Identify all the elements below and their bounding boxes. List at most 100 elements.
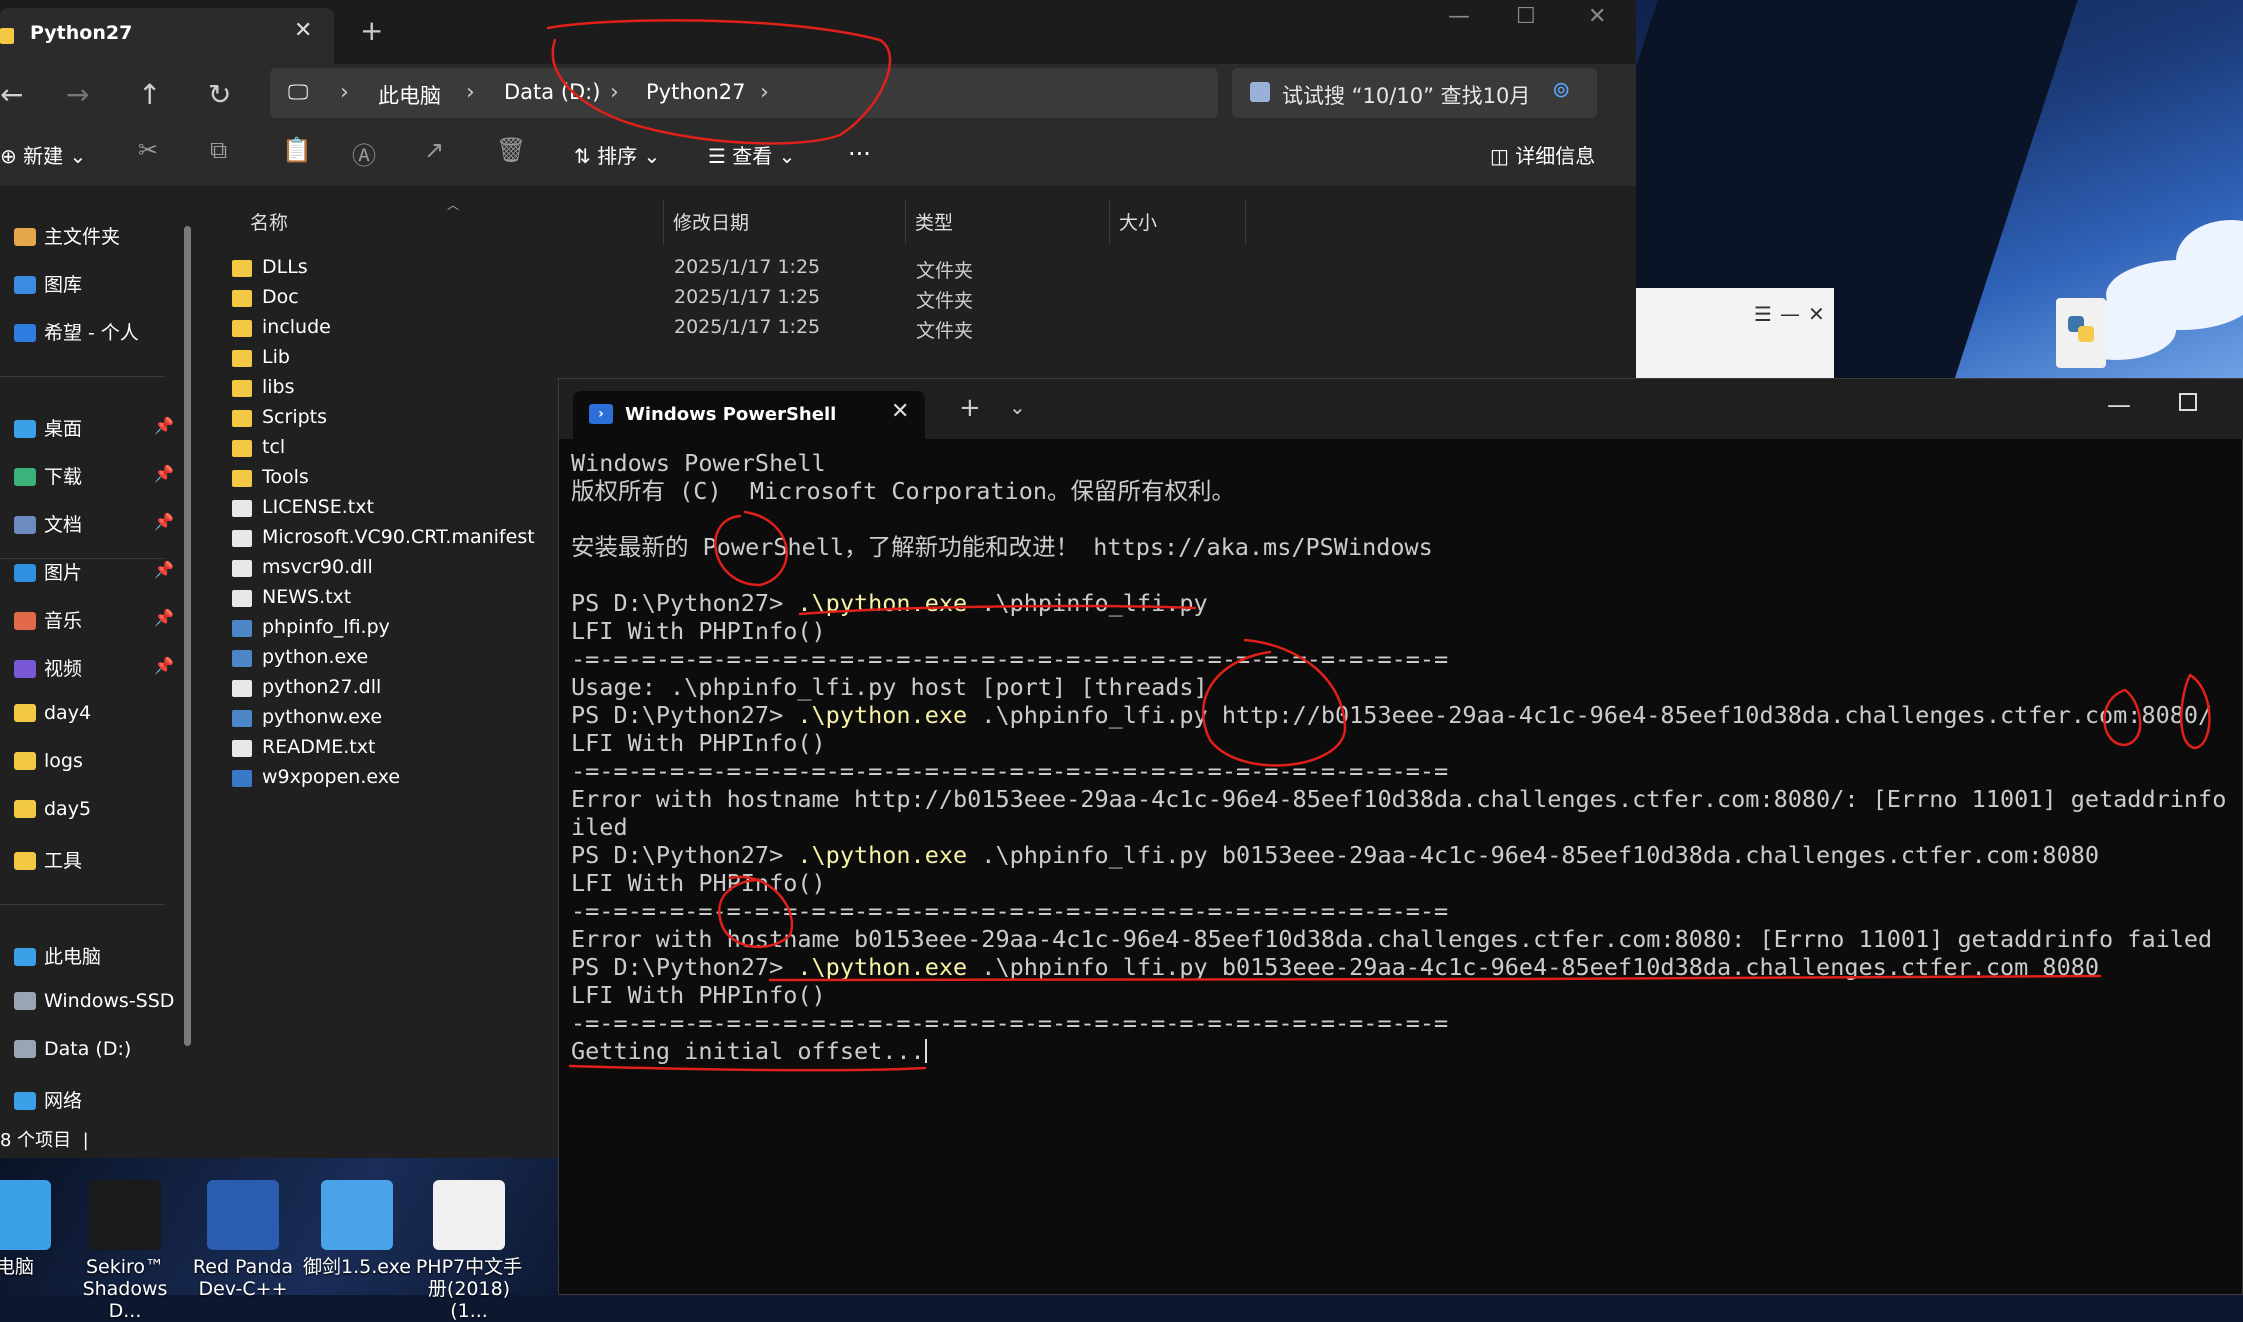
share-icon[interactable]: ↗: [424, 136, 444, 164]
search-box[interactable]: 试试搜 “10/10” 查找10月 ⊚: [1232, 68, 1597, 118]
sidebar-scrollbar[interactable]: [184, 226, 191, 1046]
sidebar-item-label: 文档: [44, 514, 83, 536]
maximize-button[interactable]: [2179, 393, 2197, 411]
terminal-line: Error with hostname b0153eee-29aa-4c1c-9…: [571, 925, 2241, 953]
pc-icon: [14, 948, 36, 966]
address-bar[interactable]: 🖵 › 此电脑 › Data (D:) › Python27 ›: [270, 68, 1218, 118]
sidebar-item-label: day5: [44, 798, 92, 820]
column-size[interactable]: 大小: [1119, 208, 1157, 235]
status-bar: 8 个项目 |: [0, 1130, 89, 1151]
arguments: .\phpinfo_lfi.py: [967, 589, 1208, 617]
paste-icon[interactable]: 📋: [282, 136, 312, 164]
terminal-titlebar: › Windows PowerShell ✕ + ⌄ —: [559, 379, 2243, 439]
more-button[interactable]: ···: [848, 140, 871, 168]
sidebar-item[interactable]: 下载: [14, 462, 82, 489]
picture-icon: [14, 564, 36, 582]
file-name: Lib: [262, 346, 290, 368]
sidebar-item[interactable]: Windows-SSD: [14, 990, 174, 1012]
sidebar-item[interactable]: 工具: [14, 846, 82, 873]
forward-icon[interactable]: →: [66, 78, 89, 111]
terminal-tab[interactable]: › Windows PowerShell ✕: [573, 391, 925, 439]
close-icon[interactable]: ✕: [1808, 302, 1825, 326]
cloud-icon: [14, 324, 36, 342]
desktop-icon[interactable]: 电脑: [0, 1180, 70, 1278]
folder-icon: [14, 852, 36, 870]
sort-button[interactable]: ⇅ 排序 ⌄: [574, 140, 660, 169]
close-button[interactable]: ✕: [1588, 4, 1606, 29]
calendar-icon: [1250, 82, 1270, 102]
delete-icon[interactable]: 🗑: [496, 136, 526, 164]
folder-icon: [0, 28, 14, 44]
file-icon: [232, 680, 252, 697]
file-name: python27.dll: [262, 676, 382, 698]
command: .\python.exe: [797, 953, 968, 981]
sidebar-item[interactable]: 图片: [14, 558, 82, 585]
sekiro-icon: [89, 1180, 161, 1250]
sidebar-item[interactable]: 文档: [14, 510, 82, 537]
details-button[interactable]: ◫ 详细信息: [1490, 140, 1595, 169]
output-text: Error with hostname b0153eee-29aa-4c1c-9…: [571, 925, 2213, 953]
close-tab-icon[interactable]: ✕: [891, 399, 909, 424]
chevron-down-icon[interactable]: ⌄: [1009, 395, 1026, 419]
desktop-icon-label: 电脑: [0, 1256, 34, 1278]
powershell-icon: ›: [589, 404, 613, 424]
minimize-button[interactable]: —: [2107, 391, 2131, 419]
desktop-icon-label: Red Panda Dev-C++: [192, 1256, 294, 1300]
view-button[interactable]: ☰ 查看 ⌄: [708, 140, 795, 169]
drive-icon: [14, 992, 36, 1010]
menu-icon[interactable]: ☰: [1754, 302, 1772, 326]
sidebar-item-label: day4: [44, 702, 92, 724]
maximize-button[interactable]: ☐: [1516, 4, 1536, 29]
sidebar-item[interactable]: day5: [14, 798, 91, 820]
python-taskbar-icon[interactable]: [2056, 298, 2106, 368]
column-name[interactable]: 名称: [250, 208, 288, 235]
new-tab-button[interactable]: +: [360, 14, 383, 47]
desktop-icon[interactable]: Sekiro™ Shadows D...: [70, 1180, 180, 1322]
new-button[interactable]: ⊕ 新建 ⌄: [0, 140, 86, 169]
sidebar-item[interactable]: logs: [14, 750, 83, 772]
search-placeholder: 试试搜 “10/10” 查找10月: [1282, 84, 1531, 108]
sidebar-item[interactable]: 主文件夹: [14, 222, 120, 249]
breadcrumb-this-pc[interactable]: 此电脑: [378, 80, 441, 110]
copilot-icon[interactable]: ⊚: [1552, 78, 1570, 103]
file-name: Scripts: [262, 406, 328, 428]
column-type[interactable]: 类型: [915, 208, 953, 235]
up-icon[interactable]: ↑: [138, 78, 161, 111]
sidebar-item[interactable]: Data (D:): [14, 1038, 131, 1060]
sidebar-item[interactable]: 此电脑: [14, 942, 101, 969]
minimize-icon[interactable]: —: [1780, 302, 1800, 326]
prompt: PS D:\Python27>: [571, 953, 798, 981]
output-text: 安装最新的 PowerShell，了解新功能和改进！ https://aka.m…: [571, 533, 1433, 561]
breadcrumb-data-d[interactable]: Data (D:): [504, 80, 600, 104]
rename-icon[interactable]: Ⓐ: [352, 136, 376, 171]
file-name: LICENSE.txt: [262, 496, 374, 518]
pc-icon: [0, 1180, 51, 1250]
refresh-icon[interactable]: ↻: [208, 78, 231, 111]
file-date: 2025/1/17 1:25: [674, 286, 821, 308]
desktop-icon[interactable]: 御剑1.5.exe: [302, 1180, 412, 1278]
sidebar-item[interactable]: 桌面: [14, 414, 82, 441]
back-icon[interactable]: ←: [0, 78, 23, 111]
explorer-tab[interactable]: Python27 ✕: [0, 8, 334, 64]
sidebar-item[interactable]: 希望 - 个人: [14, 318, 139, 345]
navigation-bar: ← → ↑ ↻ 🖵 › 此电脑 › Data (D:) › Python27 ›…: [0, 64, 1636, 186]
desktop-icon[interactable]: Red Panda Dev-C++: [188, 1180, 298, 1300]
close-tab-icon[interactable]: ✕: [294, 18, 312, 43]
desktop-icon[interactable]: PHP7中文手册(2018)(1...: [414, 1180, 524, 1322]
terminal-output[interactable]: Windows PowerShell 版权所有 (C) Microsoft Cor…: [571, 449, 2241, 1289]
new-tab-button[interactable]: +: [959, 393, 981, 423]
sidebar-item[interactable]: 网络: [14, 1086, 82, 1113]
cut-icon[interactable]: ✂: [138, 136, 158, 164]
sidebar-item[interactable]: day4: [14, 702, 91, 724]
breadcrumb-python27[interactable]: Python27: [646, 80, 746, 104]
sidebar-item[interactable]: 图库: [14, 270, 82, 297]
pin-icon: 📌: [154, 464, 174, 483]
sidebar-item[interactable]: 视频: [14, 654, 82, 681]
copy-icon[interactable]: ⧉: [210, 136, 227, 164]
sidebar-item[interactable]: 音乐: [14, 606, 82, 633]
item-count: 8 个项目: [0, 1130, 72, 1151]
minimize-button[interactable]: —: [1448, 4, 1470, 29]
document-icon: [14, 516, 36, 534]
file-name: msvcr90.dll: [262, 556, 373, 578]
column-date[interactable]: 修改日期: [673, 208, 749, 235]
